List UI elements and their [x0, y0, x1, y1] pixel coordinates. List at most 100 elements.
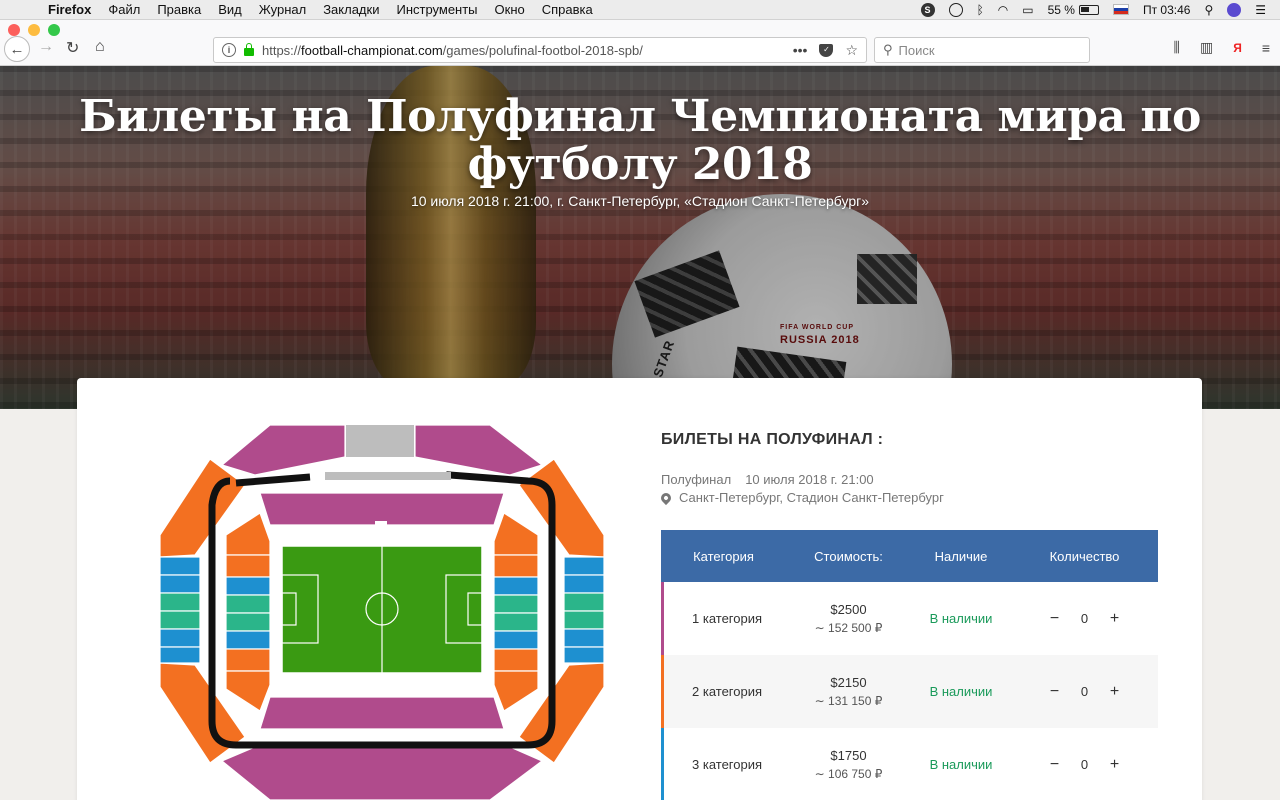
- menu-history[interactable]: Журнал: [259, 2, 306, 17]
- increase-quantity-button[interactable]: +: [1101, 683, 1129, 701]
- zoom-window-button[interactable]: [48, 24, 60, 36]
- lock-icon[interactable]: [244, 43, 254, 56]
- pocket-icon[interactable]: ✓: [819, 43, 834, 57]
- page-title: Билеты на Полуфинал Чемпионата мира по ф…: [79, 91, 1201, 190]
- url-path: /games/polufinal-footbol-2018-spb/: [442, 42, 643, 58]
- ticket-availability: В наличии: [929, 611, 993, 626]
- quantity-stepper: − 0 +: [1011, 610, 1158, 628]
- battery-indicator[interactable]: 55 %: [1048, 3, 1099, 17]
- macos-menubar: Firefox Файл Правка Вид Журнал Закладки …: [0, 0, 1280, 20]
- airplay-icon[interactable]: ▭: [1022, 3, 1033, 17]
- decrease-quantity-button[interactable]: −: [1041, 756, 1069, 774]
- quantity-value[interactable]: 0: [1069, 757, 1101, 772]
- browser-toolbar: ← → ↻ ⌂ i https://football-championat.co…: [0, 20, 1280, 66]
- wifi-icon[interactable]: ◠: [998, 3, 1008, 17]
- arrow-left-icon: ←: [9, 40, 25, 58]
- spotlight-search-icon[interactable]: ⚲: [1204, 3, 1213, 17]
- event-stage: Полуфинал: [661, 472, 732, 487]
- increase-quantity-button[interactable]: +: [1101, 756, 1129, 774]
- ticket-category: 2 категория: [692, 684, 763, 699]
- tickets-heading: БИЛЕТЫ НА ПОЛУФИНАЛ :: [661, 431, 884, 448]
- event-meta: Полуфинал 10 июля 2018 г. 21:00: [661, 472, 874, 487]
- menu-app-name[interactable]: Firefox: [48, 2, 91, 17]
- stand-left-inner: [225, 512, 271, 712]
- address-bar[interactable]: i https://football-championat.com/games/…: [213, 37, 867, 63]
- siri-icon[interactable]: [1227, 2, 1242, 17]
- skype-icon[interactable]: S: [920, 2, 935, 17]
- bookmark-star-icon[interactable]: ☆: [845, 42, 858, 59]
- decrease-quantity-button[interactable]: −: [1041, 683, 1069, 701]
- sidebar-icon[interactable]: ▥: [1200, 39, 1213, 56]
- header-price: Стоимость:: [814, 548, 883, 564]
- back-button[interactable]: ←: [4, 36, 30, 62]
- stand-right-inner: [493, 512, 539, 712]
- close-window-button[interactable]: [8, 24, 20, 36]
- menu-file[interactable]: Файл: [108, 2, 140, 17]
- battery-icon: [1078, 4, 1099, 15]
- menu-help[interactable]: Справка: [542, 2, 593, 17]
- quantity-stepper: − 0 +: [1011, 756, 1158, 774]
- quantity-value[interactable]: 0: [1069, 611, 1101, 626]
- menu-bookmarks[interactable]: Закладки: [323, 2, 379, 17]
- ticket-row-category-3: 3 категория $1750 ∼ 106 750 ₽ В наличии −…: [661, 728, 1158, 800]
- url-text[interactable]: https://football-championat.com/games/po…: [262, 43, 643, 58]
- hero-banner: FIFA WORLD CUP RUSSIA 2018 TELSTAR Билеты…: [0, 66, 1280, 409]
- url-host: football-championat.com: [301, 42, 443, 58]
- header-quantity: Количество: [1049, 548, 1120, 564]
- menubar-status-area: S ᛒ ◠ ▭ 55 % Пт 03:46 ⚲ ☰: [920, 0, 1280, 20]
- increase-quantity-button[interactable]: +: [1101, 610, 1129, 628]
- tickets-table: Категория Стоимость: Наличие Количество …: [661, 530, 1158, 800]
- ticket-price: $2500 ∼ 152 500 ₽: [786, 601, 911, 637]
- battery-percent: 55 %: [1047, 2, 1075, 17]
- search-icon: ⚲: [883, 42, 893, 57]
- time-machine-icon[interactable]: [948, 2, 963, 17]
- quantity-stepper: − 0 +: [1011, 683, 1158, 701]
- ticket-price: $2150 ∼ 131 150 ₽: [786, 674, 911, 710]
- stand-bottom-inner[interactable]: [259, 696, 505, 730]
- event-subtitle: 10 июля 2018 г. 21:00, г. Санкт-Петербур…: [410, 193, 870, 209]
- ticket-row-category-2: 2 категория $2150 ∼ 131 150 ₽ В наличии −…: [661, 655, 1158, 728]
- menu-edit[interactable]: Правка: [157, 2, 201, 17]
- stadium-seating-map[interactable]: [160, 425, 604, 800]
- ticket-availability: В наличии: [929, 757, 993, 772]
- library-icon[interactable]: ⫼: [1174, 39, 1180, 56]
- price-usd: $2500: [830, 601, 867, 617]
- menu-tools[interactable]: Инструменты: [396, 2, 477, 17]
- tickets-table-header: Категория Стоимость: Наличие Количество: [661, 530, 1158, 582]
- header-category: Категория: [693, 548, 754, 564]
- stand-top-inner[interactable]: [259, 492, 505, 526]
- menu-window[interactable]: Окно: [495, 2, 525, 17]
- menubar-clock[interactable]: Пт 03:46: [1143, 3, 1190, 17]
- bluetooth-icon[interactable]: ᛒ: [977, 3, 984, 17]
- ticket-price: $1750 ∼ 106 750 ₽: [786, 747, 911, 783]
- event-date: 10 июля 2018 г. 21:00: [745, 472, 874, 487]
- price-usd: $2150: [830, 674, 867, 690]
- ticket-category: 3 категория: [692, 757, 763, 772]
- stand-bottom-outer[interactable]: [220, 746, 544, 800]
- search-bar[interactable]: ⚲ Поиск: [874, 37, 1090, 63]
- ticket-category: 1 категория: [692, 611, 763, 626]
- event-location-text: Санкт-Петербург, Стадион Санкт-Петербург: [679, 490, 944, 505]
- reload-button[interactable]: ↻: [66, 38, 79, 58]
- yandex-icon[interactable]: Я: [1233, 41, 1242, 55]
- home-button[interactable]: ⌂: [95, 38, 105, 56]
- ticket-row-category-1: 1 категория $2500 ∼ 152 500 ₽ В наличии −…: [661, 582, 1158, 655]
- price-rub: ∼ 131 150 ₽: [814, 693, 883, 708]
- page-actions-icon[interactable]: •••: [793, 42, 808, 58]
- decrease-quantity-button[interactable]: −: [1041, 610, 1069, 628]
- ticket-availability: В наличии: [929, 684, 993, 699]
- russian-flag-icon[interactable]: [1112, 4, 1129, 15]
- price-rub: ∼ 106 750 ₽: [814, 766, 883, 781]
- hamburger-menu-icon[interactable]: ≡: [1262, 40, 1270, 56]
- menu-view[interactable]: Вид: [218, 2, 242, 17]
- quantity-value[interactable]: 0: [1069, 684, 1101, 699]
- home-icon: ⌂: [95, 38, 105, 55]
- reload-icon: ↻: [66, 40, 80, 57]
- stand-top-closed: [346, 425, 414, 457]
- site-info-icon[interactable]: i: [222, 43, 236, 57]
- minimize-window-button[interactable]: [28, 24, 40, 36]
- notification-center-icon[interactable]: ☰: [1255, 3, 1266, 17]
- football-pitch: [281, 545, 483, 674]
- press-box: [325, 472, 451, 480]
- forward-button[interactable]: →: [38, 38, 54, 56]
